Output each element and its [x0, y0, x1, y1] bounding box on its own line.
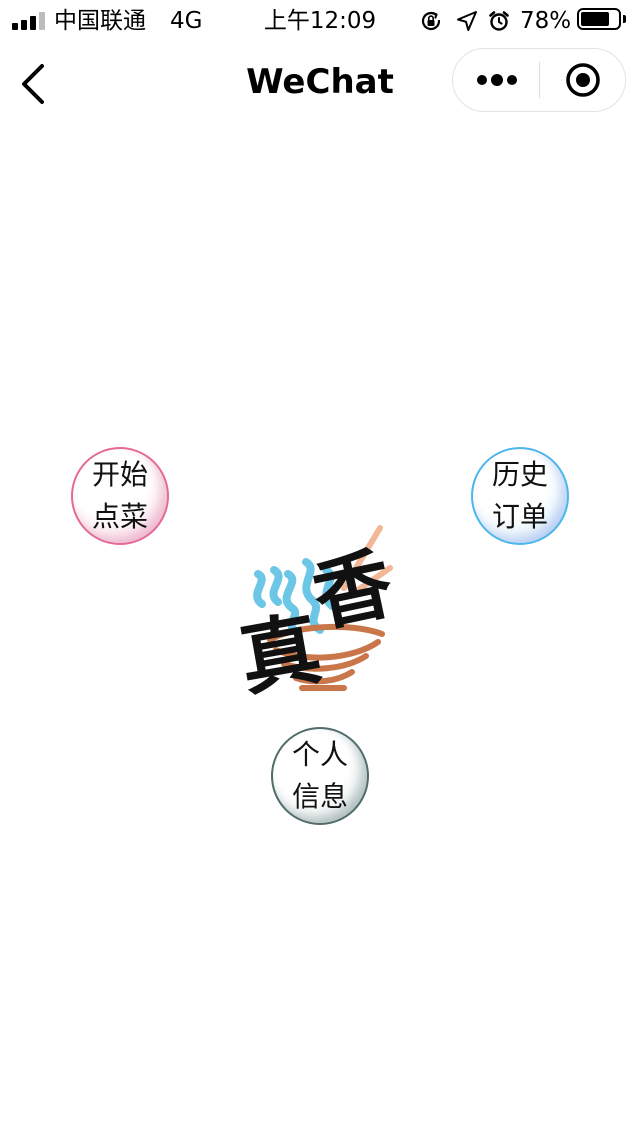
signal-icon — [12, 12, 46, 30]
mini-program-capsule — [452, 48, 626, 112]
bowl-logo-icon: 香 真 — [240, 525, 396, 700]
carrier-name: 中国联通 — [54, 8, 146, 34]
profile-label: 个人信息 — [291, 738, 348, 813]
start-order-label: 开始点菜 — [91, 458, 148, 533]
more-button[interactable] — [453, 49, 539, 111]
start-order-button[interactable]: 开始点菜 — [71, 447, 169, 545]
nav-bar: WeChat — [0, 40, 640, 128]
profile-button[interactable]: 个人信息 — [271, 727, 369, 825]
back-button[interactable] — [14, 60, 54, 108]
battery-tip — [623, 15, 626, 23]
target-icon — [566, 63, 600, 97]
close-button[interactable] — [540, 49, 626, 111]
status-bar: 中国联通 4G 上午12:09 78% — [0, 0, 640, 40]
alarm-icon — [489, 11, 509, 31]
chevron-left-icon — [22, 64, 44, 104]
battery-icon — [577, 8, 621, 30]
orientation-lock-icon — [421, 11, 441, 31]
more-dots-icon — [477, 74, 517, 86]
battery-percentage: 78% — [520, 8, 572, 34]
location-icon — [457, 11, 477, 31]
network-type: 4G — [170, 8, 203, 34]
order-history-button[interactable]: 历史订单 — [471, 447, 569, 545]
battery-level-fill — [581, 12, 609, 26]
order-history-label: 历史订单 — [491, 458, 548, 533]
